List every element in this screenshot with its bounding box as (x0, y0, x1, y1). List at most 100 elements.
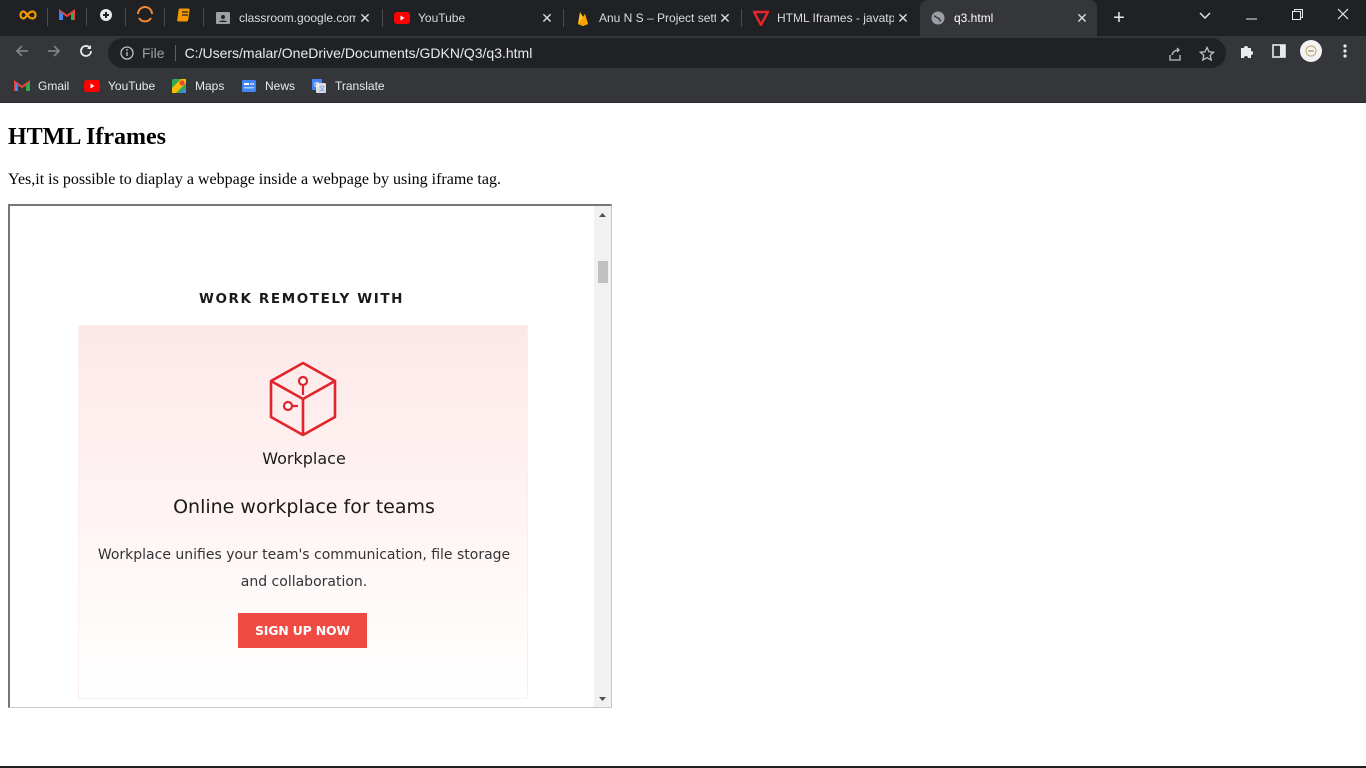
close-icon (1337, 7, 1349, 25)
notebook-icon (176, 7, 192, 28)
pinned-separator (203, 8, 204, 26)
tab-separator (741, 9, 742, 27)
puzzle-icon (98, 7, 114, 28)
sign-up-button[interactable]: SIGN UP NOW (238, 613, 367, 648)
ad-card[interactable]: Workplace Online workplace for teams Wor… (78, 325, 528, 699)
extensions-button[interactable] (1236, 42, 1258, 64)
pinned-separator (125, 8, 126, 26)
side-panel-icon (1272, 43, 1286, 63)
bookmark-label: Translate (335, 79, 385, 93)
close-tab-icon[interactable]: ✕ (894, 9, 912, 27)
bookmark-label: Gmail (38, 79, 70, 93)
tab-strip: classroom.google.com ✕ YouTube ✕ Anu N S… (0, 0, 1366, 36)
news-icon (241, 78, 257, 94)
tab-search-button[interactable] (1182, 0, 1228, 32)
firebase-icon (575, 10, 591, 26)
toolbar: File C:/Users/malar/OneDrive/Documents/G… (0, 36, 1366, 70)
tab-youtube[interactable]: YouTube ✕ (384, 0, 562, 36)
back-button[interactable] (8, 39, 36, 67)
pinned-tab-gmail[interactable] (53, 5, 81, 29)
close-tab-icon[interactable]: ✕ (716, 9, 734, 27)
close-tab-icon[interactable]: ✕ (356, 9, 374, 27)
maps-icon (171, 78, 187, 94)
tab-title: HTML Iframes - javatpoint (777, 11, 894, 25)
iframe-scrollbar[interactable] (594, 206, 611, 707)
tab-q3-html[interactable]: q3.html ✕ (920, 0, 1097, 36)
page-heading: HTML Iframes (8, 124, 166, 150)
translate-icon: G文 (311, 78, 327, 94)
iframe-content: WORK REMOTELY WITH Workplace Online work… (10, 206, 593, 707)
pinned-separator (47, 8, 48, 26)
plus-icon: + (1113, 6, 1125, 29)
bookmark-news[interactable]: News (241, 76, 295, 96)
bookmark-label: YouTube (108, 79, 156, 93)
chevron-down-icon (1199, 7, 1211, 25)
bookmark-translate[interactable]: G文 Translate (311, 76, 385, 96)
ad-brand: Workplace (262, 449, 346, 468)
tab-title: classroom.google.com (239, 11, 356, 25)
tab-separator (382, 9, 383, 27)
pinned-tab-notebook[interactable] (170, 5, 198, 29)
pinned-tab-puzzle[interactable] (92, 5, 120, 29)
ad-body-line: Workplace unifies your team's communicat… (97, 547, 511, 563)
address-scheme-label: File (142, 45, 165, 61)
tab-title: YouTube (418, 11, 466, 25)
side-panel-button[interactable] (1268, 42, 1290, 64)
menu-button[interactable] (1334, 42, 1356, 64)
arrow-left-icon (14, 43, 30, 64)
ad-heading: WORK REMOTELY WITH (198, 291, 405, 307)
youtube-icon (84, 78, 100, 94)
reload-icon (78, 43, 94, 64)
address-bar[interactable]: File C:/Users/malar/OneDrive/Documents/G… (108, 38, 1226, 68)
address-divider (174, 45, 176, 61)
tab-title: Anu N S – Project settings (599, 11, 716, 25)
page-description: Yes,it is possible to diaplay a webpage … (8, 171, 501, 188)
javatpoint-icon (753, 10, 769, 26)
ad-body: Workplace unifies your team's communicat… (89, 542, 519, 596)
tab-title: q3.html (954, 11, 994, 25)
arrow-right-icon (46, 43, 62, 64)
star-icon[interactable] (1198, 45, 1216, 63)
scroll-down-arrow-icon[interactable] (594, 690, 611, 707)
youtube-icon (394, 10, 410, 26)
infinity-icon (19, 8, 37, 26)
pinned-tab-infinity[interactable] (14, 5, 42, 29)
ad-title: Online workplace for teams (173, 496, 435, 518)
gmail-icon (59, 8, 75, 26)
new-tab-button[interactable]: + (1106, 5, 1132, 31)
pinned-separator (164, 8, 165, 26)
reload-button[interactable] (72, 39, 100, 67)
address-url[interactable]: C:/Users/malar/OneDrive/Documents/GDKN/Q… (185, 45, 533, 61)
embedded-iframe[interactable]: WORK REMOTELY WITH Workplace Online work… (8, 204, 612, 708)
ad-body-line: and collaboration. (240, 574, 368, 590)
bookmark-gmail[interactable]: Gmail (14, 76, 69, 96)
loader-icon (136, 5, 154, 29)
bookmark-label: News (265, 79, 296, 93)
bookmark-maps[interactable]: Maps (171, 76, 224, 96)
restore-button[interactable] (1274, 0, 1320, 32)
pinned-tab-loader[interactable] (131, 5, 159, 29)
profile-avatar[interactable] (1300, 39, 1322, 64)
close-window-button[interactable] (1320, 0, 1366, 32)
close-tab-icon[interactable]: ✕ (1073, 9, 1091, 27)
tab-firebase[interactable]: Anu N S – Project settings ✕ (565, 0, 740, 36)
tab-classroom[interactable]: classroom.google.com ✕ (205, 0, 380, 36)
bookmarks-bar: Gmail YouTube Maps News G文 Translate (0, 70, 1366, 103)
minimize-button[interactable] (1228, 0, 1274, 32)
minimize-icon (1245, 7, 1257, 25)
scroll-up-arrow-icon[interactable] (594, 206, 611, 223)
restore-icon (1291, 7, 1303, 25)
bookmark-youtube[interactable]: YouTube (84, 76, 155, 96)
info-icon[interactable] (120, 46, 134, 60)
globe-icon (930, 10, 946, 26)
share-icon[interactable] (1166, 45, 1184, 63)
puzzle-piece-icon (1239, 43, 1255, 64)
bookmark-label: Maps (195, 79, 225, 93)
svg-text:文: 文 (319, 85, 325, 93)
close-tab-icon[interactable]: ✕ (538, 9, 556, 27)
gmail-icon (14, 78, 30, 94)
tab-javatpoint[interactable]: HTML Iframes - javatpoint ✕ (743, 0, 918, 36)
scroll-thumb[interactable] (598, 261, 608, 283)
forward-button[interactable] (40, 39, 68, 67)
kebab-menu-icon (1343, 43, 1347, 64)
